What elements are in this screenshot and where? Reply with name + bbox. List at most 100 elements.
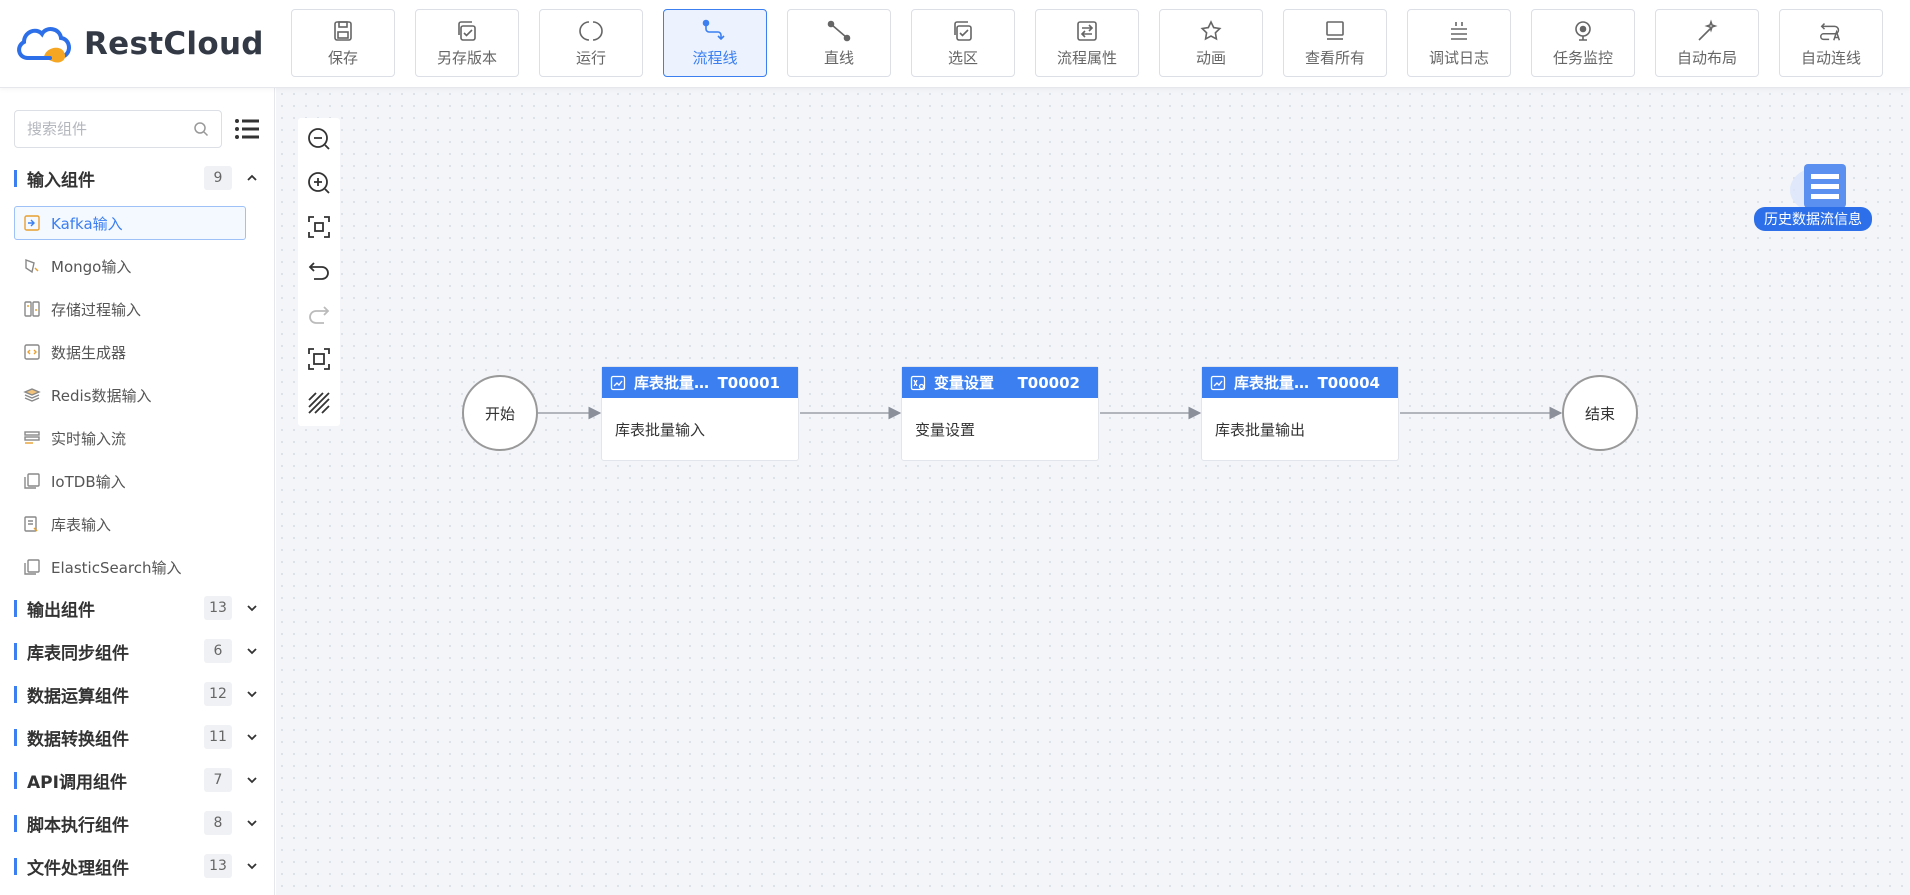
task-id: T00001 — [717, 373, 780, 392]
batch-table-icon — [1210, 375, 1226, 390]
task-header: 变量设置 T00002 — [902, 367, 1098, 398]
flow-properties-button[interactable]: 流程属性 — [1035, 9, 1139, 77]
task-header: 库表批量… T00001 — [602, 367, 798, 398]
component-item-data-generator[interactable]: 数据生成器 — [14, 335, 246, 369]
component-item-mongo-input[interactable]: Mongo输入 — [14, 249, 246, 283]
group-count: 11 — [204, 725, 232, 749]
group-title: 文件处理组件 — [27, 858, 129, 879]
straight-line-button[interactable]: 直线 — [787, 9, 891, 77]
auto-connect-icon — [1818, 18, 1844, 44]
end-node[interactable]: 结束 — [1562, 375, 1638, 451]
search-row — [14, 110, 260, 148]
item-label: Redis数据输入 — [51, 386, 152, 405]
kafka-input-icon — [24, 215, 40, 231]
task-title: 库表批量… — [1234, 374, 1310, 392]
elasticsearch-input-icon — [24, 559, 40, 575]
group-title: 脚本执行组件 — [27, 815, 129, 836]
chevron-down-icon[interactable] — [244, 686, 260, 702]
run-button[interactable]: 运行 — [539, 9, 643, 77]
group-output-components[interactable]: 输出组件 13 — [14, 593, 260, 623]
group-marker — [14, 685, 17, 703]
task-node-t00002[interactable]: 变量设置 T00002 变量设置 — [901, 366, 1099, 461]
task-body: 变量设置 — [915, 421, 976, 439]
component-item-kafka-input[interactable]: Kafka输入 — [14, 206, 246, 240]
group-count: 7 — [204, 768, 232, 792]
view-all-icon — [1322, 18, 1348, 44]
mongo-input-icon — [25, 258, 39, 274]
copy-icon — [454, 18, 480, 44]
group-count: 9 — [204, 166, 232, 190]
component-item-redis-input[interactable]: Redis数据输入 — [14, 378, 246, 412]
group-api-call-components[interactable]: API调用组件 7 — [14, 765, 260, 795]
task-id: T00004 — [1317, 373, 1380, 392]
auto-layout-label: 自动布局 — [1676, 49, 1737, 67]
group-count: 8 — [204, 811, 232, 835]
monitor-icon — [1570, 18, 1596, 44]
group-title: 库表同步组件 — [27, 643, 129, 664]
chevron-down-icon[interactable] — [244, 600, 260, 616]
auto-connect-button[interactable]: 自动连线 — [1779, 9, 1883, 77]
chevron-up-icon[interactable] — [244, 170, 260, 186]
task-title: 变量设置 — [934, 374, 995, 392]
task-body: 库表批量输出 — [1215, 421, 1306, 439]
debug-log-button[interactable]: 调试日志 — [1407, 9, 1511, 77]
group-file-components[interactable]: 文件处理组件 13 — [14, 851, 260, 881]
chevron-down-icon[interactable] — [244, 643, 260, 659]
animation-button[interactable]: 动画 — [1159, 9, 1263, 77]
start-node-label: 开始 — [484, 404, 515, 423]
group-data-operation-components[interactable]: 数据运算组件 12 — [14, 679, 260, 709]
debug-log-label: 调试日志 — [1428, 49, 1489, 67]
search-box — [14, 110, 222, 148]
group-input-components[interactable]: 输入组件 9 — [14, 163, 260, 193]
group-marker — [14, 771, 17, 789]
group-table-sync-components[interactable]: 库表同步组件 6 — [14, 636, 260, 666]
component-item-realtime-input-stream[interactable]: 实时输入流 — [14, 421, 246, 455]
item-label: 数据生成器 — [51, 343, 127, 362]
toolbar: 保存 另存版本 运行 流程线 直线 选区 流程属性 动画 查看所有 调试日志 任… — [291, 9, 1883, 77]
task-node-t00001[interactable]: 库表批量… T00001 库表批量输入 — [601, 366, 799, 461]
view-all-button[interactable]: 查看所有 — [1283, 9, 1387, 77]
run-label: 运行 — [575, 49, 606, 67]
task-node-t00004[interactable]: 库表批量… T00004 库表批量输出 — [1201, 366, 1399, 461]
item-label: Kafka输入 — [51, 214, 123, 233]
select-area-button[interactable]: 选区 — [911, 9, 1015, 77]
group-script-components[interactable]: 脚本执行组件 8 — [14, 808, 260, 838]
item-label: 实时输入流 — [51, 429, 127, 448]
task-monitor-label: 任务监控 — [1552, 49, 1613, 67]
properties-icon — [1074, 18, 1100, 44]
group-count: 12 — [204, 682, 232, 706]
chevron-down-icon[interactable] — [244, 858, 260, 874]
group-marker — [14, 728, 17, 746]
component-item-iotdb-input[interactable]: IoTDB输入 — [14, 464, 246, 498]
flow-connections — [480, 406, 1563, 420]
iotdb-input-icon — [24, 473, 40, 489]
star-icon — [1198, 18, 1224, 44]
list-view-icon[interactable] — [234, 116, 260, 142]
start-node[interactable]: 开始 — [462, 375, 538, 451]
group-data-transform-components[interactable]: 数据转换组件 11 — [14, 722, 260, 752]
flow-canvas[interactable]: 历史数据流信息 开始 库表批量… T00001 库表批量输入 变量设置 T000… — [276, 88, 1910, 895]
logo-text: RestCloud — [84, 26, 264, 62]
line-icon — [826, 18, 852, 44]
chevron-down-icon[interactable] — [244, 772, 260, 788]
task-monitor-button[interactable]: 任务监控 — [1531, 9, 1635, 77]
chevron-down-icon[interactable] — [244, 729, 260, 745]
stored-procedure-icon — [24, 301, 40, 317]
component-item-elasticsearch-input[interactable]: ElasticSearch输入 — [14, 550, 246, 584]
auto-layout-button[interactable]: 自动布局 — [1655, 9, 1759, 77]
save-version-button[interactable]: 另存版本 — [415, 9, 519, 77]
flowline-label: 流程线 — [692, 49, 738, 67]
search-icon[interactable] — [193, 121, 209, 137]
chevron-down-icon[interactable] — [244, 815, 260, 831]
group-count: 13 — [204, 596, 232, 620]
select-icon — [950, 18, 976, 44]
save-button[interactable]: 保存 — [291, 9, 395, 77]
component-item-stored-procedure-input[interactable]: 存储过程输入 — [14, 292, 246, 326]
save-label: 保存 — [327, 49, 358, 67]
component-search-input[interactable] — [27, 120, 177, 138]
group-title: 数据转换组件 — [27, 729, 129, 750]
group-title: 输出组件 — [27, 600, 95, 621]
flowline-button[interactable]: 流程线 — [663, 9, 767, 77]
group-marker — [14, 642, 17, 660]
component-item-table-input[interactable]: 库表输入 — [14, 507, 246, 541]
